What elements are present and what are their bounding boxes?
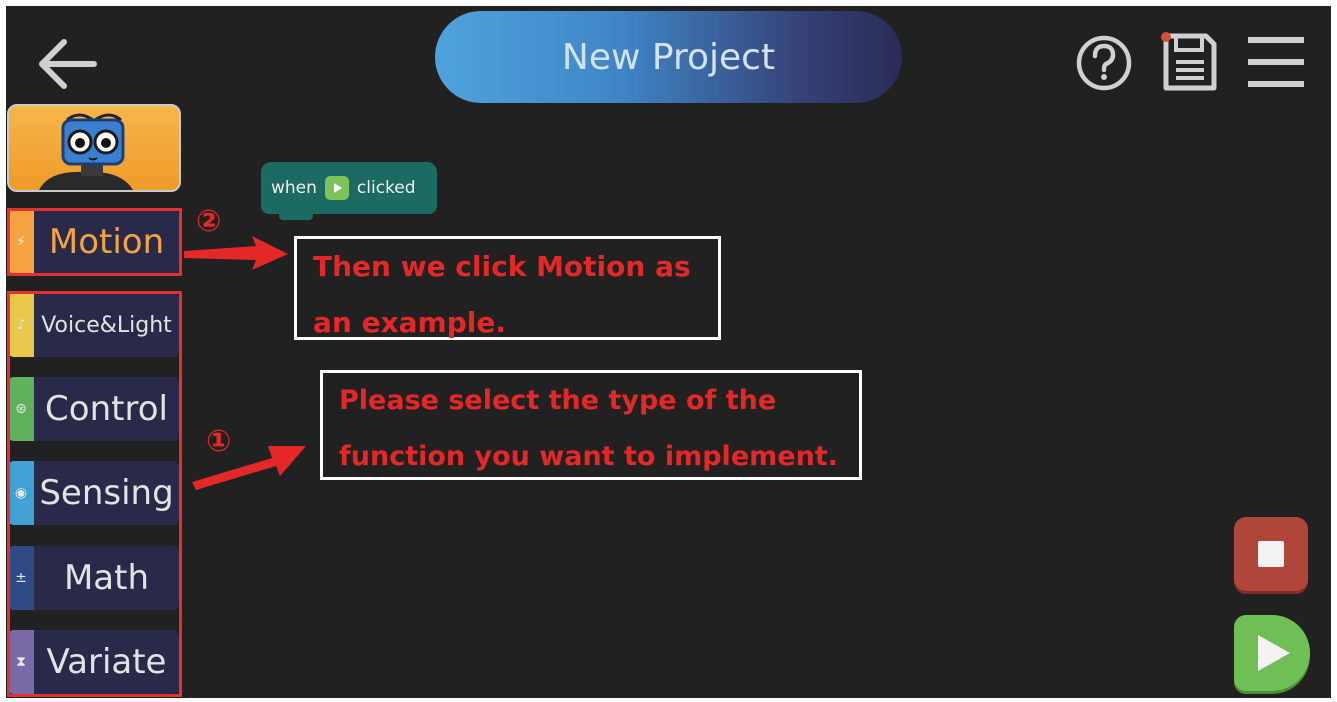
block-text-clicked: clicked (356, 178, 416, 198)
note-select-type: Please select the type of the function y… (320, 370, 862, 480)
category-variate[interactable]: ⧗ Variate (8, 630, 179, 694)
note-motion-line-2: an example. (313, 306, 506, 339)
category-color-stripe: ♪ (8, 293, 34, 357)
note-motion-line-1: Then we click Motion as (313, 250, 691, 283)
hamburger-menu-icon (1248, 37, 1304, 87)
motion-icon: ⚡ (16, 234, 26, 250)
note-click-motion: Then we click Motion as an example. (294, 236, 721, 340)
project-title-text: New Project (561, 36, 776, 78)
category-label: Voice&Light (41, 312, 172, 338)
question-circle-icon (1076, 35, 1132, 91)
category-color-stripe: ± (8, 546, 34, 610)
play-icon (1258, 635, 1290, 671)
category-motion[interactable]: ⚡ Motion (8, 210, 179, 274)
robot-avatar-icon (39, 113, 133, 190)
green-flag-icon (324, 176, 349, 200)
category-label: Motion (48, 222, 165, 262)
workspace[interactable]: New Project ⚡ Motion ♪ Voice&Light ⊛ Con… (6, 6, 1331, 698)
signal-icon: ◉ (14, 485, 28, 501)
step-1-marker: ① (206, 424, 232, 459)
category-label: Sensing (39, 473, 174, 513)
category-label: Control (45, 389, 168, 429)
music-note-icon: ♪ (16, 317, 26, 333)
category-label: Variate (46, 642, 167, 682)
back-button[interactable] (34, 34, 100, 94)
flask-icon: ⧗ (16, 654, 26, 670)
category-control[interactable]: ⊛ Control (8, 377, 179, 441)
note-type-line-1: Please select the type of the (339, 385, 777, 416)
project-title[interactable]: New Project (435, 11, 902, 103)
category-color-stripe: ⚡ (8, 210, 34, 274)
category-sensing[interactable]: ◉ Sensing (8, 461, 179, 525)
category-color-stripe: ⧗ (8, 630, 34, 694)
arrow-to-motion-note (184, 236, 288, 270)
save-disk-icon (1161, 32, 1217, 91)
category-math[interactable]: ± Math (8, 546, 179, 610)
stop-button[interactable] (1234, 517, 1308, 591)
category-voice-light[interactable]: ♪ Voice&Light (8, 293, 179, 357)
category-label: Math (63, 558, 150, 598)
annotation-arrows (184, 236, 306, 490)
note-type-line-2: function you want to implement. (339, 441, 838, 472)
block-text-when: when (271, 178, 317, 198)
run-button[interactable] (1234, 615, 1310, 691)
robot-device-button[interactable] (7, 104, 181, 192)
category-color-stripe: ◉ (8, 461, 34, 525)
math-icon: ± (15, 570, 27, 586)
help-button[interactable] (1072, 32, 1136, 94)
step-2-marker: ② (196, 204, 222, 239)
category-color-stripe: ⊛ (8, 377, 34, 441)
steering-wheel-icon: ⊛ (15, 401, 27, 417)
menu-button[interactable] (1244, 32, 1308, 92)
when-flag-clicked-block[interactable]: when clicked (261, 162, 437, 220)
save-button[interactable] (1156, 28, 1222, 94)
arrow-left-icon (39, 39, 97, 89)
